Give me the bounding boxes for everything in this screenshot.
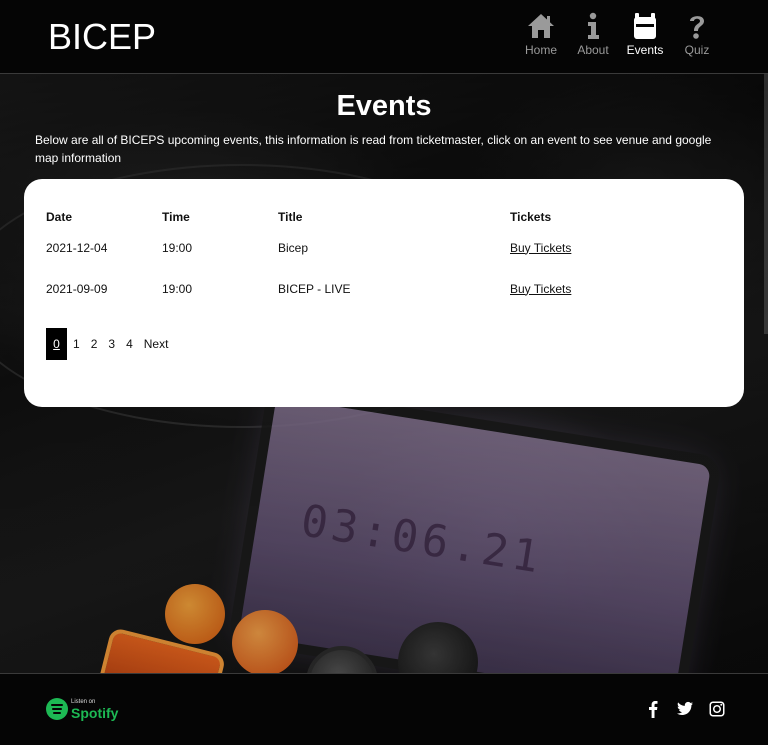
page-button-3[interactable]: 3 xyxy=(103,328,120,360)
main-nav: Home About Events Quiz xyxy=(524,12,714,57)
scrollbar[interactable] xyxy=(764,74,768,334)
info-icon xyxy=(588,12,599,39)
column-header-title: Title xyxy=(278,210,303,224)
event-tickets-cell: Buy Tickets xyxy=(510,268,630,309)
nav-label-quiz: Quiz xyxy=(684,43,710,57)
pagination: 0 1 2 3 4 Next xyxy=(46,328,174,360)
calendar-icon xyxy=(634,13,656,39)
page-button-4[interactable]: 4 xyxy=(121,328,138,360)
nav-item-about[interactable]: About xyxy=(576,12,610,57)
home-icon xyxy=(528,14,554,38)
twitter-icon[interactable] xyxy=(676,700,694,718)
table-row[interactable]: 2021-12-04 19:00 Bicep Buy Tickets xyxy=(46,227,630,268)
spotify-label: Listen on Spotify xyxy=(71,699,118,720)
next-page-button[interactable]: Next xyxy=(139,328,174,360)
event-time: 19:00 xyxy=(162,281,193,296)
spotify-big-text: Spotify xyxy=(71,704,119,721)
event-tickets-cell: Buy Tickets xyxy=(510,227,630,268)
instagram-icon[interactable] xyxy=(708,700,726,718)
page-title: Events xyxy=(336,90,432,122)
nav-item-events[interactable]: Events xyxy=(626,12,664,57)
page-button-1[interactable]: 1 xyxy=(68,328,85,360)
buy-tickets-link[interactable]: Buy Tickets xyxy=(510,241,571,255)
column-header-time: Time xyxy=(162,210,190,224)
event-date: 2021-12-04 xyxy=(46,240,108,255)
brand-logo[interactable]: BICEP xyxy=(48,16,156,58)
table-row[interactable]: 2021-09-09 19:00 BICEP - LIVE Buy Ticket… xyxy=(46,268,630,309)
facebook-icon[interactable] xyxy=(644,700,662,718)
event-title: Bicep xyxy=(278,240,309,255)
event-time: 19:00 xyxy=(162,240,193,255)
event-date: 2021-09-09 xyxy=(46,281,108,296)
buy-tickets-link[interactable]: Buy Tickets xyxy=(510,282,571,296)
nav-label-about: About xyxy=(577,43,609,57)
spotify-badge[interactable]: Listen on Spotify xyxy=(46,698,118,720)
page-button-2[interactable]: 2 xyxy=(86,328,103,360)
events-card: Date Time Title Tickets 2021-12-04 19:00… xyxy=(24,179,744,407)
event-title: BICEP - LIVE xyxy=(278,281,351,296)
nav-item-quiz[interactable]: Quiz xyxy=(680,12,714,57)
site-header: BICEP Home About Events Quiz xyxy=(0,0,768,74)
site-footer: Listen on Spotify xyxy=(0,673,768,745)
column-header-date: Date xyxy=(46,210,73,224)
table-header-row: Date Time Title Tickets xyxy=(46,207,630,227)
nav-label-events: Events xyxy=(626,43,664,57)
nav-item-home[interactable]: Home xyxy=(524,12,558,57)
events-table: Date Time Title Tickets 2021-12-04 19:00… xyxy=(46,207,630,309)
page-button-0[interactable]: 0 xyxy=(46,328,67,360)
column-header-tickets: Tickets xyxy=(510,210,552,224)
spotify-icon xyxy=(46,698,68,720)
question-icon xyxy=(690,16,704,39)
page-intro: Below are all of BICEPS upcoming events,… xyxy=(35,133,712,165)
social-links xyxy=(644,700,726,718)
nav-label-home: Home xyxy=(524,43,557,57)
